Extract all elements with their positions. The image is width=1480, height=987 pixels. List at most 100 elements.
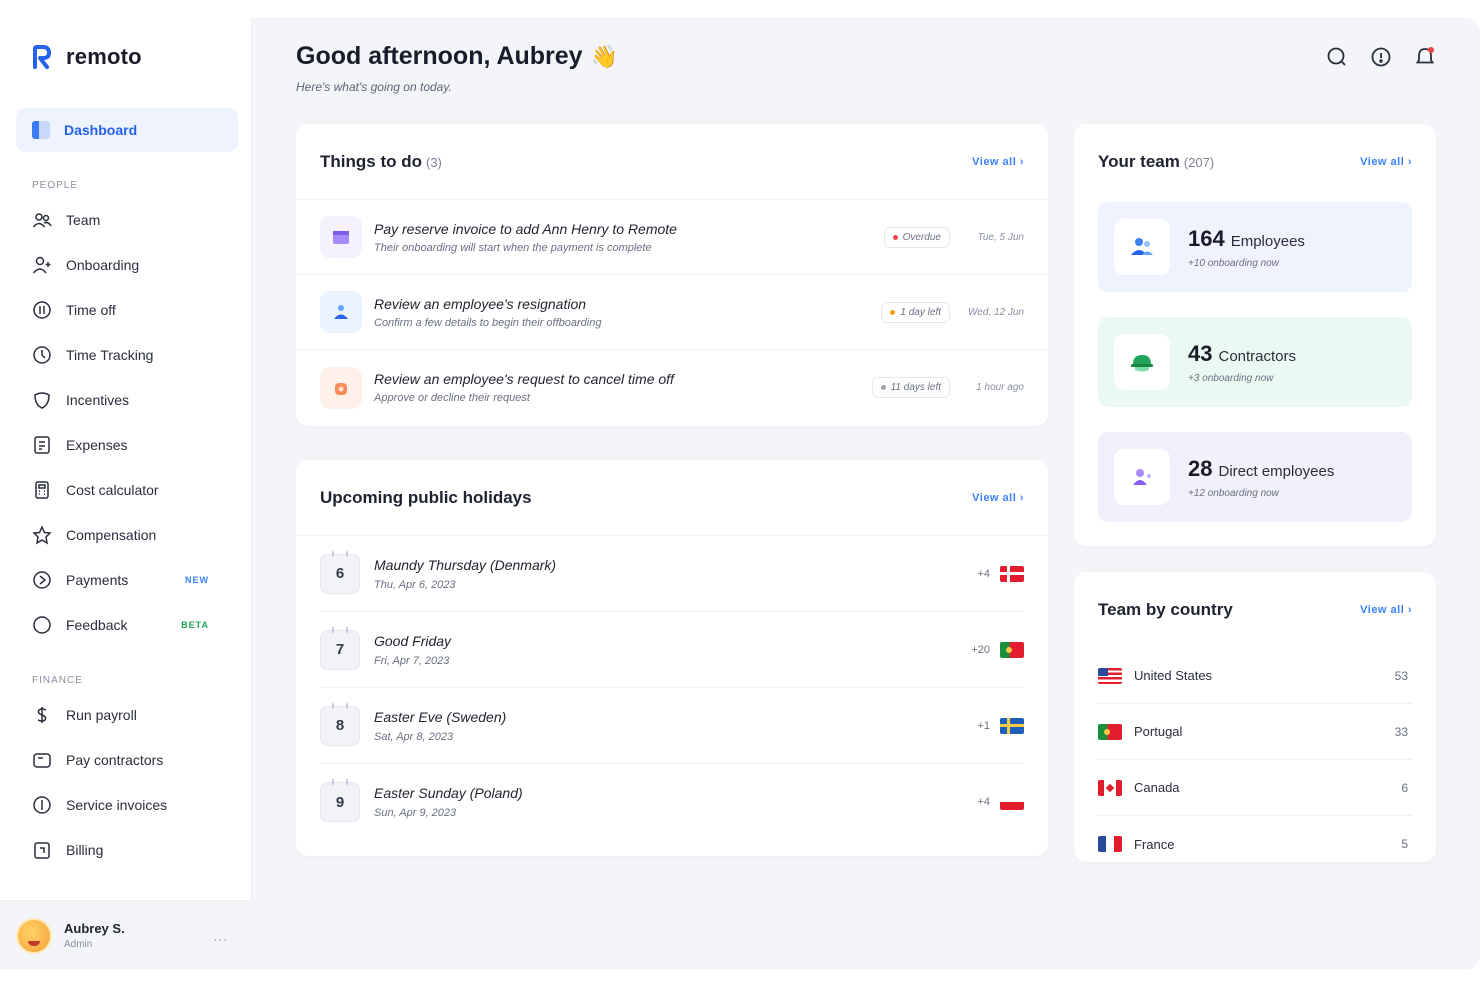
card-header: Upcoming public holidays View all › bbox=[296, 460, 1048, 536]
time-off-icon bbox=[33, 300, 51, 319]
time-off-task-icon-box bbox=[320, 366, 362, 409]
employees-icon bbox=[1131, 238, 1153, 255]
avatar bbox=[16, 917, 52, 954]
view-all-link[interactable]: View all › bbox=[972, 492, 1024, 504]
france-flag-icon bbox=[1098, 836, 1122, 852]
country-item[interactable]: Canada 6 bbox=[1098, 760, 1412, 816]
employees-icon-box bbox=[1114, 219, 1170, 275]
todo-item[interactable]: Pay reserve invoice to add Ann Henry to … bbox=[296, 200, 1048, 275]
sidebar-item-time-off[interactable]: Time off bbox=[16, 287, 238, 332]
employees-tile[interactable]: 164 Employees +10 onboarding now bbox=[1098, 202, 1412, 292]
sidebar-item-label: Cost calculator bbox=[66, 481, 159, 498]
sidebar-item-payments[interactable]: Payments NEW bbox=[16, 557, 238, 602]
country-item[interactable]: France 5 bbox=[1098, 816, 1412, 872]
dollar-icon bbox=[37, 706, 47, 723]
user-role: Admin bbox=[64, 939, 93, 950]
holiday-name: Easter Sunday (Poland) bbox=[374, 785, 523, 801]
bag-icon bbox=[335, 382, 347, 395]
sidebar-item-label: Team bbox=[66, 211, 101, 228]
wave-icon: 👋 bbox=[590, 43, 618, 69]
todo-item[interactable]: Review an employee's resignation Confirm… bbox=[296, 275, 1048, 350]
calendar-date-icon: 7 bbox=[320, 626, 360, 670]
status-dot bbox=[880, 385, 886, 390]
user-icon bbox=[334, 305, 348, 319]
sidebar-item-expenses[interactable]: Expenses bbox=[16, 422, 238, 467]
poland-flag-icon bbox=[1000, 794, 1024, 810]
search-button[interactable] bbox=[1326, 46, 1348, 68]
todo-meta: Overdue Tue, 5 Jun bbox=[883, 226, 1024, 248]
page-title: Good afternoon, Aubrey 👋 bbox=[296, 42, 618, 71]
view-all-link[interactable]: View all › bbox=[1360, 156, 1412, 168]
country-count: 5 bbox=[1401, 837, 1408, 851]
more-options-button[interactable]: ... bbox=[213, 928, 228, 944]
sidebar-item-team[interactable]: Team bbox=[16, 197, 238, 242]
country-item[interactable]: United States 53 bbox=[1098, 648, 1412, 704]
remote-logo-icon bbox=[33, 45, 51, 69]
holiday-item[interactable]: 9 Easter Sunday (Poland) Sun, Apr 9, 202… bbox=[320, 764, 1024, 840]
nav-section-finance: Finance bbox=[32, 675, 83, 686]
sidebar-item-time-tracking[interactable]: Time Tracking bbox=[16, 332, 238, 377]
help-button[interactable] bbox=[1370, 46, 1392, 68]
holiday-item[interactable]: 8 Easter Eve (Sweden) Sat, Apr 8, 2023 +… bbox=[320, 688, 1024, 764]
country-count: 53 bbox=[1394, 668, 1408, 683]
dashboard-icon bbox=[32, 121, 50, 139]
holiday-item[interactable]: 7 Good Friday Fri, Apr 7, 2023 +20 bbox=[320, 612, 1024, 688]
user-plus-icon bbox=[32, 256, 51, 273]
sidebar-item-feedback[interactable]: Feedback BETA bbox=[16, 602, 238, 647]
user-card[interactable]: Aubrey S. Admin ... bbox=[0, 900, 252, 970]
todo-meta: 1 day left Wed, 12 Jun bbox=[881, 301, 1024, 323]
bell-icon bbox=[1415, 47, 1435, 64]
card-title: Things to do (3) bbox=[320, 152, 442, 172]
notifications-button[interactable] bbox=[1414, 46, 1436, 68]
todo-date: Wed, 12 Jun bbox=[968, 306, 1024, 318]
sidebar-item-label: Incentives bbox=[66, 391, 130, 408]
team-by-country-card: Team by country View all › United States… bbox=[1074, 572, 1436, 862]
view-all-link[interactable]: View all › bbox=[972, 156, 1024, 168]
billing-icon bbox=[34, 841, 50, 859]
calendar-date-icon: 9 bbox=[320, 779, 360, 822]
portugal-flag-icon bbox=[1000, 641, 1024, 658]
sidebar-item-service-invoices[interactable]: Service invoices bbox=[16, 782, 238, 827]
card-title: Your team (207) bbox=[1098, 152, 1214, 172]
todo-title: Review an employee's request to cancel t… bbox=[374, 371, 674, 387]
calendar-date-icon: 8 bbox=[320, 702, 360, 746]
sidebar-item-pay-contractors[interactable]: Pay contractors bbox=[16, 737, 238, 782]
view-all-link[interactable]: View all › bbox=[1360, 604, 1412, 616]
holiday-item[interactable]: 6 Maundy Thursday (Denmark) Thu, Apr 6, … bbox=[320, 536, 1024, 612]
sidebar-item-run-payroll[interactable]: Run payroll bbox=[16, 692, 238, 737]
holiday-country-count: +4 bbox=[977, 567, 990, 580]
holiday-name: Good Friday bbox=[374, 632, 452, 649]
wallet-icon bbox=[33, 752, 51, 768]
sidebar-item-dashboard[interactable]: Dashboard bbox=[16, 108, 238, 152]
country-name: United States bbox=[1134, 668, 1213, 683]
calculator-icon bbox=[35, 480, 49, 499]
status-text: 11 days left bbox=[890, 382, 941, 393]
tile-number: 43 bbox=[1188, 340, 1213, 366]
todo-meta: 11 days left 1 hour ago bbox=[871, 377, 1024, 398]
country-name: Canada bbox=[1134, 780, 1180, 795]
country-item[interactable]: Portugal 33 bbox=[1098, 704, 1412, 760]
payments-icon bbox=[33, 570, 51, 589]
country-count: 6 bbox=[1401, 780, 1408, 795]
country-name: Portugal bbox=[1134, 724, 1183, 739]
sidebar-item-incentives[interactable]: Incentives bbox=[16, 377, 238, 422]
direct-employees-tile[interactable]: 28 Direct employees +12 onboarding now bbox=[1098, 432, 1412, 522]
sidebar-item-label: Expenses bbox=[66, 436, 128, 453]
hard-hat-icon bbox=[1131, 355, 1153, 372]
contractors-tile[interactable]: 43 Contractors +3 onboarding now bbox=[1098, 317, 1412, 407]
sidebar-item-onboarding[interactable]: Onboarding bbox=[16, 242, 238, 287]
status-text: Overdue bbox=[902, 231, 941, 243]
sidebar-item-compensation[interactable]: Compensation bbox=[16, 512, 238, 557]
star-icon bbox=[32, 524, 52, 544]
sidebar-item-billing[interactable]: Billing bbox=[16, 827, 238, 872]
sidebar-item-cost-calculator[interactable]: Cost calculator bbox=[16, 467, 238, 512]
card-title: Team by country bbox=[1098, 600, 1233, 619]
page-subtitle: Here's what's going on today. bbox=[296, 80, 452, 94]
todo-item[interactable]: Review an employee's request to cancel t… bbox=[296, 350, 1048, 425]
user-name: Aubrey S. bbox=[64, 921, 125, 936]
status-dot bbox=[892, 234, 898, 240]
brand[interactable]: remoto bbox=[32, 44, 142, 70]
team-count: (207) bbox=[1183, 155, 1215, 170]
your-team-card: Your team (207) View all › 164 Employees +… bbox=[1074, 124, 1436, 546]
todo-subtitle: Confirm a few details to begin their off… bbox=[374, 316, 602, 329]
